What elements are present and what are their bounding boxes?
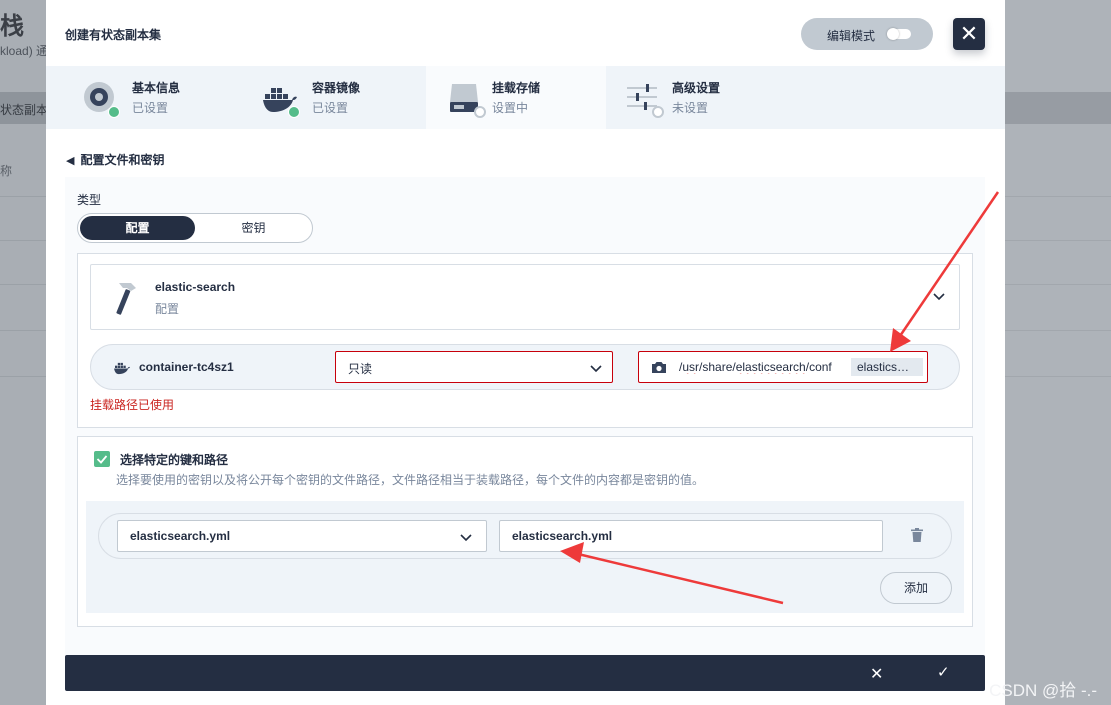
status-done-dot	[288, 106, 300, 118]
step-status: 已设置	[132, 101, 169, 115]
disk-icon	[82, 80, 120, 118]
background-column-header: 称	[0, 164, 13, 178]
key-path-list: elasticsearch.yml elasticsearch.yml 添加	[86, 501, 964, 613]
check-icon	[96, 455, 108, 464]
docker-icon	[114, 362, 130, 375]
type-label: 类型	[77, 193, 102, 207]
mount-mode-value: 只读	[348, 362, 373, 376]
step-name: 基本信息	[132, 81, 181, 95]
step-status: 设置中	[492, 101, 529, 115]
back-arrow-icon: ◀	[66, 155, 75, 167]
step-container-image[interactable]: 容器镜像 已设置	[226, 66, 406, 129]
mount-path-input[interactable]: /usr/share/elasticsearch/conf elastics…	[638, 351, 928, 383]
trash-icon[interactable]	[911, 528, 923, 542]
path-input[interactable]: elasticsearch.yml	[499, 520, 883, 552]
step-status: 已设置	[312, 101, 349, 115]
background-divider	[1005, 330, 1111, 331]
step-advanced-settings[interactable]: 高级设置 未设置	[606, 66, 786, 129]
step-name: 高级设置	[672, 81, 721, 95]
status-pending-dot	[652, 106, 664, 118]
step-basic-info[interactable]: 基本信息 已设置	[46, 66, 226, 129]
mount-mode-select[interactable]: 只读	[335, 351, 613, 383]
background-page-left: 栈 kload) 通 状态副本集 称	[0, 0, 46, 705]
container-name: container-tc4sz1	[139, 360, 234, 374]
specific-keys-section: 选择特定的键和路径 选择要使用的密钥以及将公开每个密钥的文件路径，文件路径相当于…	[77, 436, 973, 627]
autocomplete-suggestion[interactable]: elastics…	[851, 358, 923, 376]
background-divider	[0, 284, 46, 285]
background-toolbar: 状态副本集	[0, 92, 46, 124]
type-option-secret[interactable]: 密钥	[196, 216, 311, 240]
step-mount-storage[interactable]: 挂载存储 设置中	[426, 66, 606, 129]
resource-select[interactable]: elastic-search 配置	[90, 264, 960, 330]
background-title: 栈	[0, 13, 24, 40]
modal-title: 创建有状态副本集	[65, 28, 162, 42]
type-option-config[interactable]: 配置	[80, 216, 195, 240]
status-in-progress-dot	[474, 106, 486, 118]
specific-keys-checkbox[interactable]	[94, 451, 110, 467]
specific-keys-title: 选择特定的键和路径	[120, 453, 229, 467]
step-name: 挂载存储	[492, 81, 541, 95]
status-done-dot	[108, 106, 120, 118]
path-part: /conf	[805, 360, 832, 374]
path-part: /share/	[699, 360, 736, 374]
camera-icon	[652, 362, 666, 373]
mount-path-error: 挂载路径已使用	[90, 398, 175, 412]
type-segmented-control: 配置 密钥	[77, 213, 313, 243]
chevron-down-icon	[590, 365, 602, 373]
background-toolbar	[1005, 92, 1111, 124]
cancel-icon[interactable]: ✕	[870, 664, 883, 684]
background-divider	[0, 240, 46, 241]
key-path-row: elasticsearch.yml elasticsearch.yml	[98, 513, 952, 559]
resource-kind: 配置	[155, 302, 180, 316]
background-divider	[1005, 376, 1111, 377]
modal-header: 创建有状态副本集 编辑模式 ✕	[46, 0, 1005, 66]
path-value: elasticsearch.yml	[512, 529, 613, 543]
modal-footer: ✕ ✓	[65, 655, 985, 691]
docker-icon	[262, 80, 300, 118]
background-divider	[1005, 284, 1111, 285]
chevron-down-icon	[933, 293, 945, 301]
path-part: usr	[682, 360, 700, 374]
mount-row: container-tc4sz1 只读 /usr/share/elasticse…	[90, 344, 960, 390]
watermark: CSDN @拾 -.-	[989, 681, 1097, 700]
config-panel: 类型 配置 密钥 elastic-search 配置 container-tc4…	[65, 177, 985, 657]
create-statefulset-modal: 创建有状态副本集 编辑模式 ✕ 基本信息 已设置 容器镜像 已设置 挂载存储 设…	[46, 0, 1005, 705]
specific-keys-description: 选择要使用的密钥以及将公开每个密钥的文件路径，文件路径相当于装载路径，每个文件的…	[116, 473, 705, 487]
key-select[interactable]: elasticsearch.yml	[117, 520, 487, 552]
step-name: 容器镜像	[312, 81, 361, 95]
background-divider	[1005, 240, 1111, 241]
background-divider	[0, 330, 46, 331]
background-page-right	[1005, 0, 1111, 705]
sliders-icon	[626, 80, 664, 118]
close-button[interactable]: ✕	[953, 18, 985, 50]
background-divider	[1005, 196, 1111, 197]
mount-path-value: /usr/share/elasticsearch/conf	[679, 360, 851, 374]
back-link[interactable]: ◀ 配置文件和密钥	[66, 151, 164, 168]
background-divider	[0, 376, 46, 377]
resource-section: elastic-search 配置 container-tc4sz1 只读 /u…	[77, 253, 973, 428]
back-label: 配置文件和密钥	[80, 153, 165, 167]
background-divider	[0, 196, 46, 197]
step-tabs: 基本信息 已设置 容器镜像 已设置 挂载存储 设置中 高级设置 未设置	[46, 66, 1005, 129]
step-status: 未设置	[672, 101, 709, 115]
add-button[interactable]: 添加	[880, 572, 952, 604]
edit-mode-label: 编辑模式	[827, 29, 876, 43]
storage-icon	[448, 80, 486, 118]
modal-body: ◀ 配置文件和密钥 类型 配置 密钥 elastic-search 配置 con…	[46, 129, 1005, 705]
chevron-down-icon	[460, 534, 472, 542]
toggle-switch-icon	[887, 28, 911, 40]
background-bar-text: 状态副本集	[0, 103, 46, 117]
confirm-icon[interactable]: ✓	[937, 663, 950, 681]
edit-mode-toggle[interactable]: 编辑模式	[801, 18, 933, 50]
resource-name: elastic-search	[155, 280, 236, 294]
path-part: elasticsearch	[735, 360, 806, 374]
key-value: elasticsearch.yml	[130, 529, 231, 543]
background-subtitle: kload) 通	[0, 44, 46, 58]
hammer-icon	[116, 283, 136, 315]
